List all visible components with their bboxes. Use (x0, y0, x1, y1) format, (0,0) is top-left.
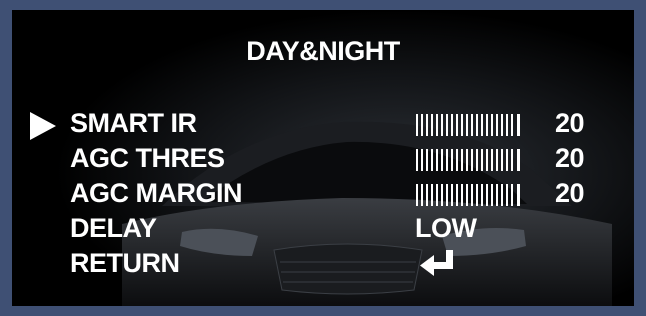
level-tick (476, 114, 478, 136)
level-tick (501, 114, 503, 136)
level-tick (446, 149, 448, 171)
menu-item-value: 20 (555, 178, 585, 208)
level-tick (441, 114, 443, 136)
level-tick (501, 184, 503, 206)
level-tick (436, 149, 438, 171)
level-tick (431, 184, 433, 206)
enter-arrow-icon (420, 250, 453, 276)
level-tick (461, 114, 463, 136)
level-tick (496, 149, 498, 171)
level-bar (416, 184, 520, 206)
level-bar (416, 149, 520, 171)
menu-item-label: SMART IR (70, 108, 197, 138)
level-tick (511, 114, 513, 136)
menu-item-value: 20 (555, 143, 585, 173)
level-tick (466, 114, 468, 136)
level-tick (476, 149, 478, 171)
level-tick (426, 149, 428, 171)
level-tick (461, 149, 463, 171)
menu-item-value: 20 (555, 108, 585, 138)
menu-item-value: LOW (415, 213, 477, 243)
level-tick (466, 184, 468, 206)
osd-menu: DAY&NIGHT SMART IR 20 AGC THRES 20 AGC M… (12, 10, 634, 306)
level-tick (441, 149, 443, 171)
level-tick (426, 184, 428, 206)
level-tick (441, 184, 443, 206)
level-tick (456, 114, 458, 136)
level-tick (436, 184, 438, 206)
menu-item-label: AGC MARGIN (70, 178, 243, 208)
level-tick (451, 184, 453, 206)
level-tick (431, 149, 433, 171)
level-tick (461, 184, 463, 206)
menu-item-label: DELAY (70, 213, 157, 243)
menu-item-agc-margin[interactable]: AGC MARGIN 20 (12, 176, 634, 210)
level-tick (446, 114, 448, 136)
level-tick (501, 149, 503, 171)
level-tick (476, 184, 478, 206)
level-tick (416, 114, 418, 136)
level-tick (506, 149, 508, 171)
menu-item-label: RETURN (70, 248, 180, 278)
level-tick (491, 149, 493, 171)
level-tick (436, 114, 438, 136)
level-tick (506, 184, 508, 206)
level-tick (416, 149, 418, 171)
level-tick (481, 114, 483, 136)
level-bar-end (517, 114, 520, 136)
level-tick (451, 114, 453, 136)
level-tick (511, 184, 513, 206)
level-tick (481, 149, 483, 171)
level-tick (511, 149, 513, 171)
level-tick (466, 149, 468, 171)
level-tick (496, 184, 498, 206)
menu-item-agc-thres[interactable]: AGC THRES 20 (12, 141, 634, 175)
level-tick (506, 114, 508, 136)
level-tick (471, 114, 473, 136)
level-tick (421, 149, 423, 171)
level-bar (416, 114, 520, 136)
level-tick (416, 184, 418, 206)
level-tick (421, 184, 423, 206)
level-tick (426, 114, 428, 136)
level-tick (491, 114, 493, 136)
level-tick (481, 184, 483, 206)
level-tick (471, 149, 473, 171)
level-tick (431, 114, 433, 136)
osd-screen: DAY&NIGHT SMART IR 20 AGC THRES 20 AGC M… (12, 10, 634, 306)
level-bar-end (517, 149, 520, 171)
level-tick (456, 184, 458, 206)
menu-item-return[interactable]: RETURN (12, 246, 634, 280)
level-tick (451, 149, 453, 171)
level-tick (421, 114, 423, 136)
menu-item-delay[interactable]: DELAY LOW (12, 211, 634, 245)
level-bar-end (517, 184, 520, 206)
level-tick (491, 184, 493, 206)
level-tick (456, 149, 458, 171)
menu-item-smart-ir[interactable]: SMART IR 20 (12, 106, 634, 140)
level-tick (486, 149, 488, 171)
menu-item-label: AGC THRES (70, 143, 225, 173)
level-tick (496, 114, 498, 136)
right-triangle-cursor-icon (30, 112, 56, 140)
level-tick (471, 184, 473, 206)
menu-title: DAY&NIGHT (246, 36, 400, 66)
level-tick (486, 184, 488, 206)
level-tick (486, 114, 488, 136)
level-tick (446, 184, 448, 206)
